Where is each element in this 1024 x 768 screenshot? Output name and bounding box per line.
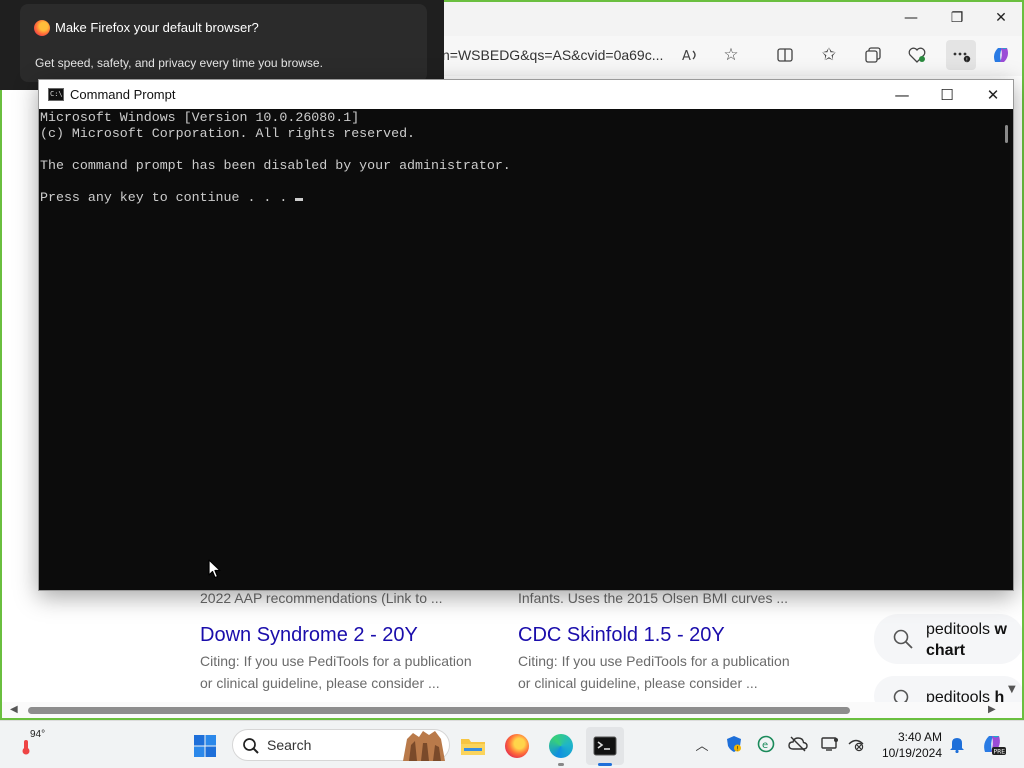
related-search-1-text-line2: chart xyxy=(926,642,966,659)
console-cursor xyxy=(295,198,304,201)
mouse-pointer-icon xyxy=(208,559,221,579)
edge-minimize-button[interactable]: — xyxy=(888,2,934,34)
browser-essentials-icon[interactable] xyxy=(902,40,932,70)
horizontal-scrollbar[interactable]: ◀ ▶ xyxy=(2,702,1022,718)
scroll-left-arrow-icon[interactable]: ◀ xyxy=(10,702,18,718)
cloud-sync-off-icon[interactable] xyxy=(787,733,809,755)
security-shield-icon[interactable]: ! xyxy=(723,733,745,755)
scroll-right-arrow-icon[interactable]: ▶ xyxy=(988,702,996,718)
horizontal-scroll-thumb[interactable] xyxy=(28,707,850,714)
related-search-1-text-line1: peditools w xyxy=(926,621,1007,638)
edge-tray-icon[interactable]: e xyxy=(755,733,777,755)
notification-bell-icon[interactable] xyxy=(946,733,968,755)
clock-date[interactable]: 10/19/2024 xyxy=(872,746,942,760)
start-button[interactable] xyxy=(186,727,224,765)
scroll-down-arrow-icon[interactable]: ▼ xyxy=(1008,682,1016,698)
firefox-icon xyxy=(505,734,529,758)
svg-text:A: A xyxy=(682,49,691,63)
thermometer-icon xyxy=(22,740,30,755)
copilot-icon[interactable] xyxy=(986,40,1016,70)
split-screen-icon[interactable] xyxy=(770,40,800,70)
running-indicator xyxy=(558,763,564,766)
favorites-icon[interactable]: ✩ xyxy=(814,40,844,70)
terminal-taskbar-button[interactable] xyxy=(586,727,624,766)
notification-title: Make Firefox your default browser? xyxy=(55,20,259,35)
notification-body: Get speed, safety, and privacy every tim… xyxy=(35,56,323,70)
windows-logo-icon xyxy=(194,735,216,757)
edge-maximize-button[interactable]: ❐ xyxy=(934,2,980,34)
firefox-logo-icon xyxy=(34,20,50,36)
result-text-left-2: or clinical guideline, please consider .… xyxy=(200,675,440,691)
cmd-window-title: Command Prompt xyxy=(70,87,176,102)
firefox-taskbar-button[interactable] xyxy=(498,727,536,765)
favorite-star-icon[interactable]: ☆ xyxy=(716,40,746,70)
file-explorer-button[interactable] xyxy=(454,727,492,765)
show-hidden-icons-chevron-icon[interactable]: ︿ xyxy=(691,733,713,755)
display-icon[interactable] xyxy=(819,733,841,755)
read-aloud-icon[interactable]: A xyxy=(676,40,706,70)
result-snippet-right: Infants. Uses the 2015 Olsen BMI curves … xyxy=(518,590,789,606)
search-label: Search xyxy=(267,737,312,753)
taskbar-search-box[interactable]: Search xyxy=(232,729,450,761)
edge-taskbar-button[interactable] xyxy=(542,727,580,766)
clock-time[interactable]: 3:40 AM xyxy=(880,730,942,744)
svg-text:PRE: PRE xyxy=(994,749,1006,756)
result-text-left-1: Citing: If you use PediTools for a publi… xyxy=(200,653,472,669)
svg-text:!: ! xyxy=(737,746,739,753)
taskbar: 94° Search ︿ ! e 3:40 AM 10/19/2024 PRE xyxy=(0,720,1024,768)
svg-text:e: e xyxy=(762,740,768,751)
search-icon xyxy=(893,629,913,649)
cmd-scroll-thumb[interactable] xyxy=(1005,125,1008,143)
cmd-app-icon: C:\ xyxy=(48,88,64,101)
related-search-1[interactable]: peditools w chart xyxy=(874,614,1022,664)
firefox-default-browser-notification[interactable]: Make Firefox your default browser? Get s… xyxy=(20,4,427,82)
console-output[interactable]: Microsoft Windows [Version 10.0.26080.1]… xyxy=(39,109,999,590)
result-text-right-1: Citing: If you use PediTools for a publi… xyxy=(518,653,790,669)
network-disconnected-icon[interactable] xyxy=(845,733,867,755)
command-prompt-window[interactable]: C:\ Command Prompt — ☐ ✕ Microsoft Windo… xyxy=(38,79,1014,591)
console-line: (c) Microsoft Corporation. All rights re… xyxy=(40,126,416,141)
address-bar[interactable]: n=WSBEDG&qs=AS&cvid=0a69c... xyxy=(442,40,682,70)
collections-icon[interactable] xyxy=(858,40,888,70)
svg-text:!: ! xyxy=(966,57,968,63)
result-text-right-2: or clinical guideline, please consider .… xyxy=(518,675,758,691)
folder-icon xyxy=(461,739,485,755)
result-snippet-left: 2022 AAP recommendations (Link to ... xyxy=(200,590,443,606)
edge-close-button[interactable]: ✕ xyxy=(978,2,1022,34)
active-indicator xyxy=(598,763,612,766)
cmd-close-button[interactable]: ✕ xyxy=(970,80,1016,109)
console-line: The command prompt has been disabled by … xyxy=(40,158,511,173)
cmd-minimize-button[interactable]: — xyxy=(879,80,925,109)
more-options-icon[interactable]: ! xyxy=(946,40,976,70)
console-line: Microsoft Windows [Version 10.0.26080.1] xyxy=(40,110,360,125)
result-link-down-syndrome[interactable]: Down Syndrome 2 - 20Y xyxy=(200,624,418,647)
copilot-preview-icon[interactable]: PRE xyxy=(978,733,1008,756)
terminal-icon xyxy=(593,736,617,756)
edge-icon xyxy=(549,734,573,758)
cmd-maximize-button[interactable]: ☐ xyxy=(924,80,970,109)
weather-temp: 94° xyxy=(30,729,46,740)
cmd-vertical-scrollbar[interactable] xyxy=(999,109,1013,590)
search-icon xyxy=(243,738,259,754)
console-prompt-text: Press any key to continue . . . xyxy=(40,190,296,205)
console-prompt-line: Press any key to continue . . . xyxy=(40,190,999,206)
result-link-cdc-skinfold[interactable]: CDC Skinfold 1.5 - 20Y xyxy=(518,624,725,647)
search-highlight-image xyxy=(403,731,445,761)
cmd-titlebar[interactable]: C:\ Command Prompt — ☐ ✕ xyxy=(39,80,1013,109)
weather-widget[interactable]: 94° xyxy=(16,725,62,765)
